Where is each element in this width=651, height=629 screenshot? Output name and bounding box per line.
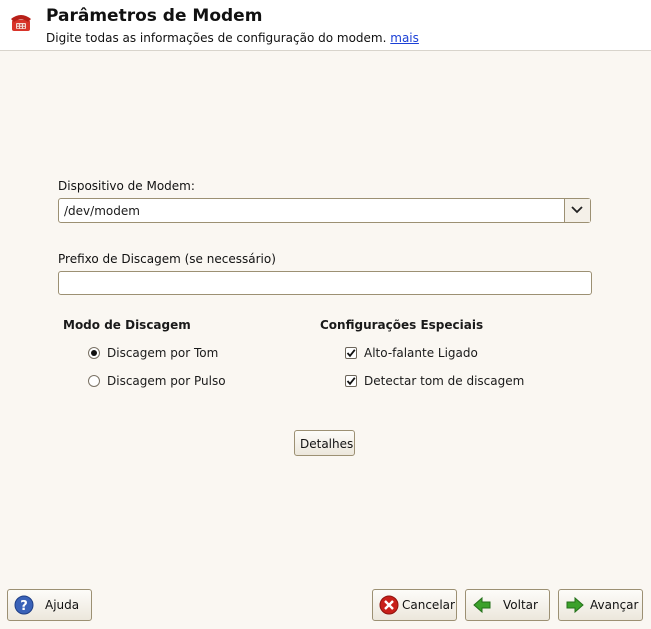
- speaker-label[interactable]: Alto-falante Ligado: [364, 346, 478, 360]
- prefix-label: Prefixo de Discagem (se necessário): [58, 252, 276, 266]
- arrow-left-icon: [473, 596, 491, 614]
- header: Parâmetros de Modem Digite todas as info…: [0, 0, 651, 51]
- next-button[interactable]: Avançar: [558, 589, 643, 621]
- page-title: Parâmetros de Modem: [46, 6, 263, 26]
- prefix-input[interactable]: [58, 271, 592, 295]
- help-label: Ajuda: [45, 598, 80, 612]
- detect-dialtone-checkbox[interactable]: [345, 375, 357, 387]
- more-link[interactable]: mais: [390, 31, 419, 45]
- help-icon: ?: [14, 595, 34, 615]
- checkmark-icon: [346, 377, 356, 386]
- special-settings-title: Configurações Especiais: [320, 318, 484, 332]
- pulse-label[interactable]: Discagem por Pulso: [107, 374, 226, 388]
- checkmark-icon: [346, 349, 356, 358]
- speaker-checkbox[interactable]: [345, 347, 357, 359]
- details-button-label: Detalhes: [300, 437, 354, 451]
- back-button[interactable]: Voltar: [465, 589, 550, 621]
- tone-label[interactable]: Discagem por Tom: [107, 346, 218, 360]
- chevron-down-icon: [571, 206, 583, 214]
- cancel-label: Cancelar: [402, 598, 455, 612]
- back-label: Voltar: [503, 598, 538, 612]
- combo-dropdown-button[interactable]: [564, 199, 590, 222]
- page-subtitle: Digite todas as informações de configura…: [46, 31, 419, 45]
- help-button[interactable]: ? Ajuda: [7, 589, 92, 621]
- pulse-radio[interactable]: [88, 375, 100, 387]
- dial-mode-title: Modo de Discagem: [63, 318, 191, 332]
- svg-text:?: ?: [20, 599, 28, 614]
- cancel-button[interactable]: Cancelar: [372, 589, 457, 621]
- details-button[interactable]: Detalhes: [294, 430, 355, 456]
- tone-radio[interactable]: [88, 347, 100, 359]
- arrow-right-icon: [566, 596, 584, 614]
- device-label: Dispositivo de Modem:: [58, 179, 195, 193]
- device-combobox[interactable]: /dev/modem: [58, 198, 591, 223]
- cancel-icon: [379, 595, 399, 615]
- next-label: Avançar: [590, 598, 639, 612]
- phone-icon: [11, 15, 31, 31]
- subtitle-text: Digite todas as informações de configura…: [46, 31, 387, 45]
- device-value[interactable]: /dev/modem: [64, 204, 140, 218]
- detect-dialtone-label[interactable]: Detectar tom de discagem: [364, 374, 524, 388]
